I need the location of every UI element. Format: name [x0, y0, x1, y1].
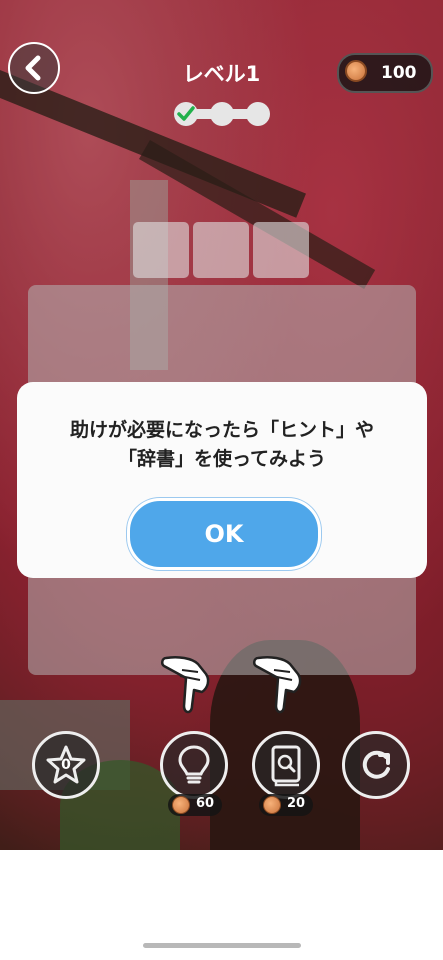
dictionary-cost: 20 — [259, 794, 313, 816]
dictionary-icon — [271, 745, 301, 787]
tutorial-dialog: 助けが必要になったら「ヒント」や 「辞書」を使ってみよう OK — [17, 382, 427, 578]
lightbulb-icon — [178, 745, 210, 784]
star-button[interactable]: 0 — [32, 731, 100, 799]
coin-balance[interactable]: 100 — [337, 53, 433, 93]
level-progress-indicator — [174, 102, 270, 126]
shuffle-button[interactable] — [342, 731, 410, 799]
hint-button[interactable] — [160, 731, 228, 799]
progress-step-2 — [210, 102, 234, 126]
coin-icon — [263, 796, 281, 814]
pointing-hand-icon-2 — [253, 656, 302, 714]
ok-button[interactable]: OK — [127, 498, 321, 570]
coin-icon — [172, 796, 190, 814]
answer-tile-2[interactable] — [193, 222, 249, 278]
home-indicator[interactable] — [143, 943, 301, 948]
hint-cost: 60 — [168, 794, 222, 816]
dictionary-button[interactable] — [252, 731, 320, 799]
dictionary-cost-value: 20 — [287, 796, 306, 811]
answer-tile-1[interactable] — [133, 222, 189, 278]
coin-count: 100 — [381, 63, 417, 83]
star-count: 0 — [61, 757, 71, 773]
dialog-message-line-2: 「辞書」を使ってみよう — [117, 448, 327, 470]
answer-tile-3[interactable] — [253, 222, 309, 278]
progress-step-3 — [246, 102, 270, 126]
pointing-hand-icon — [161, 656, 210, 714]
dialog-message: 助けが必要になったら「ヒント」や 「辞書」を使ってみよう — [17, 416, 427, 474]
dialog-message-line-1: 助けが必要になったら「ヒント」や — [69, 419, 374, 441]
coin-icon — [345, 60, 367, 82]
shuffle-icon — [362, 750, 390, 779]
hint-cost-value: 60 — [196, 796, 215, 811]
